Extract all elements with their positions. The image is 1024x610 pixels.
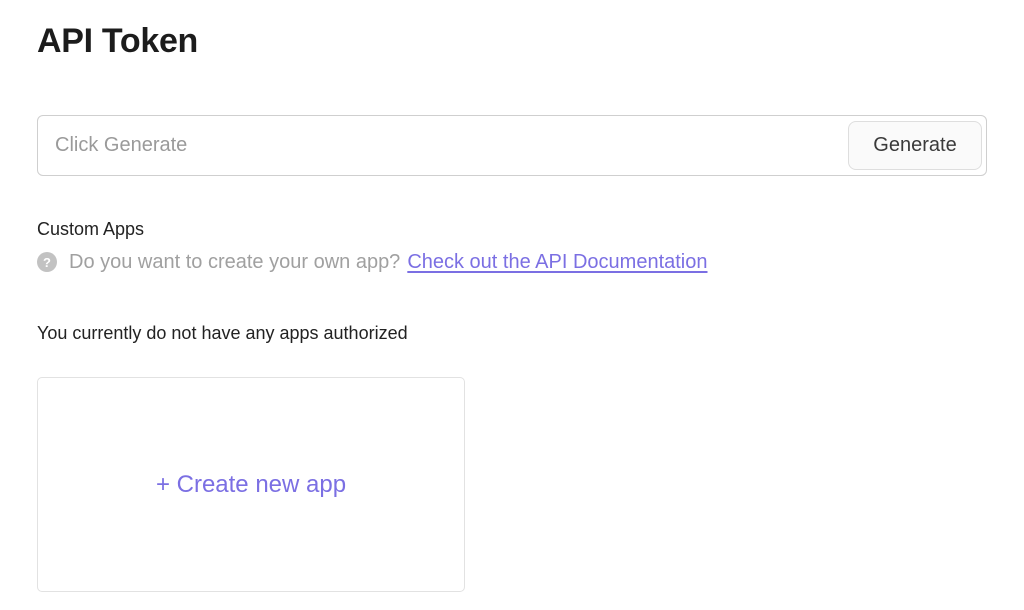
generate-button[interactable]: Generate <box>848 121 982 170</box>
custom-apps-help: ? Do you want to create your own app? Ch… <box>37 249 708 275</box>
page-title: API Token <box>37 22 199 60</box>
api-token-input[interactable] <box>39 117 844 174</box>
create-new-app-card[interactable]: + Create new app <box>37 377 465 592</box>
no-apps-message: You currently do not have any apps autho… <box>37 323 408 343</box>
custom-apps-help-text: Do you want to create your own app? <box>69 250 401 273</box>
custom-apps-label: Custom Apps <box>37 219 145 239</box>
create-new-app-label: + Create new app <box>155 470 347 498</box>
api-documentation-link[interactable]: Check out the API Documentation <box>407 251 707 274</box>
token-field-group: Generate <box>37 115 987 176</box>
question-circle-icon: ? <box>37 252 57 272</box>
